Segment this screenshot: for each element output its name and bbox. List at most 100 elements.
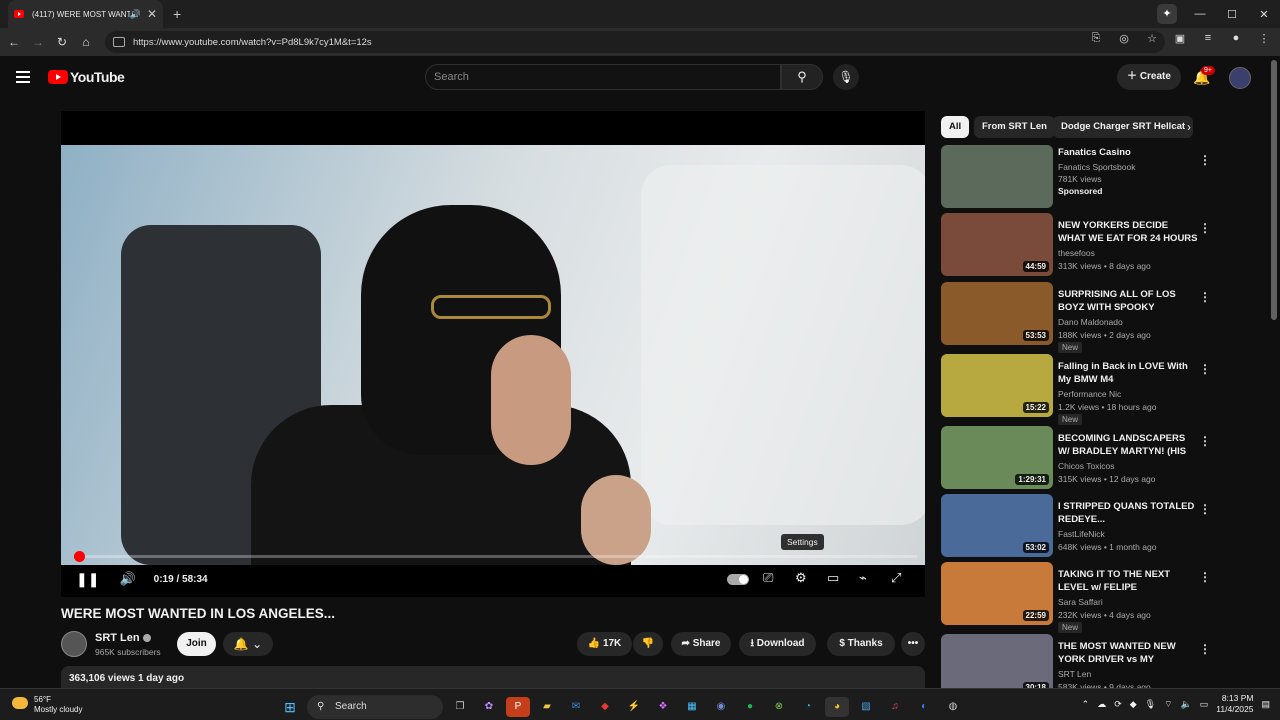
- join-button[interactable]: Join: [177, 632, 216, 656]
- recommended-video[interactable]: Fanatics Casino Fanatics Sportsbook 781K v…: [941, 145, 1211, 209]
- tab-close-icon[interactable]: ✕: [147, 7, 157, 21]
- download-button[interactable]: ⭳ Download: [739, 632, 816, 656]
- search-input[interactable]: Search: [425, 64, 781, 90]
- maximize-button[interactable]: ☐: [1216, 8, 1248, 21]
- notification-center-icon[interactable]: ▤: [1261, 699, 1270, 710]
- account-avatar[interactable]: [1229, 67, 1251, 89]
- blue-app-icon[interactable]: ◐: [912, 697, 936, 717]
- volume-icon[interactable]: 🔊: [119, 571, 135, 587]
- steam-icon[interactable]: ◍: [941, 697, 965, 717]
- more-options-icon[interactable]: ⋮: [1199, 434, 1211, 448]
- video-thumbnail[interactable]: 15:22: [941, 354, 1053, 417]
- recommended-title[interactable]: THE MOST WANTED NEW YORK DRIVER vs MY CA…: [1058, 640, 1198, 667]
- recommended-video[interactable]: 22:59 TAKING IT TO THE NEXT LEVEL w/ FELI…: [941, 562, 1211, 633]
- recommended-channel[interactable]: thesefoos: [1058, 248, 1095, 258]
- recommended-title[interactable]: SURPRISING ALL OF LOS BOYZ WITH SPOOKY B…: [1058, 288, 1198, 315]
- dislike-button[interactable]: 👎: [633, 632, 663, 656]
- red-app-icon[interactable]: ◆: [593, 697, 617, 717]
- chip-from-channel[interactable]: From SRT Len: [974, 116, 1055, 138]
- more-options-icon[interactable]: ⋮: [1199, 153, 1211, 167]
- video-thumbnail[interactable]: 53:02: [941, 494, 1053, 557]
- video-frame[interactable]: [61, 145, 925, 565]
- browser-tab[interactable]: (4117) WERE MOST WANTE 🔊 ✕: [8, 0, 163, 28]
- edge-icon[interactable]: ◔: [796, 697, 820, 717]
- home-icon[interactable]: ⌂: [74, 35, 98, 49]
- task-view-icon[interactable]: ❐: [448, 697, 472, 717]
- scrubber-handle[interactable]: [73, 551, 85, 562]
- autoplay-toggle[interactable]: [727, 574, 749, 585]
- chevron-right-icon[interactable]: ›: [1187, 120, 1191, 134]
- file-explorer-icon[interactable]: ▰: [535, 697, 559, 717]
- chrome-icon[interactable]: ◕: [825, 697, 849, 717]
- power-automate-icon[interactable]: ⚡: [622, 697, 646, 717]
- recommended-video[interactable]: 53:02 I STRIPPED QUANS TOTALED REDEYE... F…: [941, 494, 1211, 558]
- create-button[interactable]: ＋ Create: [1117, 64, 1181, 90]
- progress-bar[interactable]: [73, 551, 917, 562]
- video-player[interactable]: Settings ❚❚ 🔊 0:19 / 58:34 ⎚ ⚙ ▭ ⌁ ⤢: [61, 111, 925, 597]
- m365-icon[interactable]: ❖: [651, 697, 675, 717]
- cast-icon[interactable]: ⌁: [859, 570, 867, 586]
- music-icon[interactable]: ♫: [883, 697, 907, 717]
- subtitles-icon[interactable]: ⎚: [763, 570, 773, 586]
- share-button[interactable]: ➦ Share: [671, 632, 731, 656]
- profile-icon[interactable]: ●: [1226, 32, 1246, 45]
- channel-name[interactable]: SRT Len: [95, 632, 151, 644]
- more-actions-button[interactable]: •••: [901, 632, 925, 656]
- chip-all[interactable]: All: [941, 116, 970, 138]
- video-thumbnail[interactable]: 1:29:31: [941, 426, 1053, 489]
- recommended-channel[interactable]: Sara Saffari: [1058, 597, 1103, 607]
- url-bar[interactable]: https://www.youtube.com/watch?v=Pd8L9k7c…: [105, 31, 1165, 53]
- clock[interactable]: 8:13 PM 11/4/2025: [1216, 693, 1253, 715]
- recommended-channel[interactable]: FastLifeNick: [1058, 529, 1105, 539]
- recommended-video[interactable]: 15:22 Falling in Back in LOVE With My BMW…: [941, 354, 1211, 425]
- spotify-icon[interactable]: ●: [738, 697, 762, 717]
- tab-audio-icon[interactable]: 🔊: [130, 9, 141, 20]
- weather-widget[interactable]: 56°F Mostly cloudy: [12, 695, 82, 715]
- favorite-star-icon[interactable]: ☆: [1142, 32, 1162, 45]
- split-screen-icon[interactable]: ▣: [1170, 32, 1190, 45]
- recommended-title[interactable]: Fanatics Casino: [1058, 146, 1198, 159]
- recommended-title[interactable]: TAKING IT TO THE NEXT LEVEL w/ FELIPE: [1058, 568, 1198, 594]
- more-options-icon[interactable]: ⋮: [1199, 642, 1211, 656]
- remote-desktop-icon[interactable]: ▧: [854, 697, 878, 717]
- subscribed-bell-button[interactable]: 🔔 ⌄: [223, 632, 273, 656]
- close-window-button[interactable]: ✕: [1248, 8, 1280, 21]
- start-windows-icon[interactable]: ⊞: [278, 697, 302, 717]
- tracking-icon[interactable]: ◎: [1114, 32, 1134, 45]
- powerpoint-icon[interactable]: P: [506, 697, 530, 717]
- channel-avatar[interactable]: [61, 631, 87, 657]
- recommended-channel[interactable]: Dano Maldonado: [1058, 317, 1123, 327]
- reload-icon[interactable]: ↻: [50, 35, 74, 49]
- more-options-icon[interactable]: ⋮: [1199, 362, 1211, 376]
- xbox-icon[interactable]: ⊗: [767, 697, 791, 717]
- tray-chevron-icon[interactable]: ⌃: [1082, 699, 1090, 710]
- sync-icon[interactable]: ⟳: [1114, 699, 1122, 710]
- hamburger-menu-icon[interactable]: [16, 71, 30, 86]
- fullscreen-icon[interactable]: ⤢: [891, 570, 901, 586]
- taskbar-search[interactable]: ⚲ Search: [307, 695, 443, 719]
- battery-icon[interactable]: ▭: [1200, 699, 1209, 710]
- voice-search-button[interactable]: 🎙: [833, 64, 859, 90]
- recommended-title[interactable]: BECOMING LANDSCAPERS W/ BRADLEY MARTYN! …: [1058, 432, 1198, 459]
- more-options-icon[interactable]: ⋮: [1199, 290, 1211, 304]
- speaker-icon[interactable]: 🔈: [1181, 699, 1192, 710]
- new-tab-button[interactable]: +: [173, 6, 181, 22]
- recommended-title[interactable]: I STRIPPED QUANS TOTALED REDEYE...: [1058, 500, 1198, 526]
- video-thumbnail[interactable]: 44:59: [941, 213, 1053, 276]
- store-icon[interactable]: ▦: [680, 697, 704, 717]
- onedrive-icon[interactable]: ☁: [1097, 699, 1106, 710]
- chip-related-topic[interactable]: Dodge Charger SRT Hellcat: [1053, 116, 1194, 138]
- settings-gear-icon[interactable]: ⚙: [795, 570, 807, 586]
- recommended-video[interactable]: 53:53 SURPRISING ALL OF LOS BOYZ WITH SPO…: [941, 282, 1211, 353]
- more-options-icon[interactable]: ⋮: [1199, 221, 1211, 235]
- more-options-icon[interactable]: ⋮: [1199, 570, 1211, 584]
- miniplayer-icon[interactable]: ▭: [827, 570, 839, 586]
- recommended-title[interactable]: Falling in Back in LOVE With My BMW M4: [1058, 360, 1198, 386]
- recommended-video[interactable]: 44:59 NEW YORKERS DECIDE WHAT WE EAT FOR …: [941, 213, 1211, 277]
- recommended-channel[interactable]: SRT Len: [1058, 669, 1091, 679]
- search-button[interactable]: ⚲: [781, 64, 823, 90]
- page-scrollbar[interactable]: [1271, 60, 1277, 320]
- recommended-channel[interactable]: Fanatics Sportsbook: [1058, 162, 1135, 172]
- youtube-logo[interactable]: YouTube: [48, 69, 125, 85]
- video-thumbnail[interactable]: 22:59: [941, 562, 1053, 625]
